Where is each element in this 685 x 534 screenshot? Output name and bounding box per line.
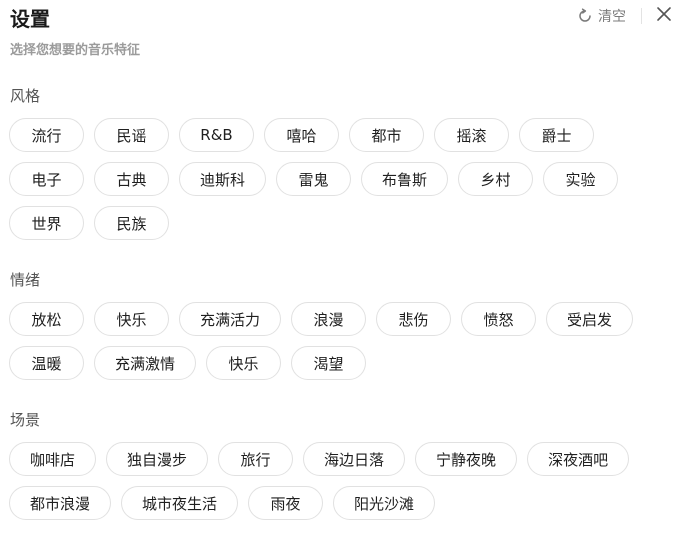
section-title: 情绪 — [10, 271, 41, 289]
tag-chip[interactable]: 愤怒 — [461, 302, 537, 336]
tag-list: 咖啡店 独自漫步 旅行 海边日落 宁静夜晚 深夜酒吧都市浪漫 城市夜生活 雨夜 阳光沙滩 — [9, 442, 676, 520]
sections-container: 风格流行 民谣 R&B 嘻哈 都市 摇滚 爵士电子 古典 迪斯科 雷鬼 布鲁斯 乡村 实验世界 民族情绪放… — [9, 86, 676, 520]
tag-chip[interactable]: 渴望 — [291, 346, 367, 380]
tag-list: 流行 民谣 R&B 嘻哈 都市 摇滚 爵士电子 古典 迪斯科 雷鬼 布鲁斯 乡村 实验世界 民族 — [9, 118, 676, 240]
header-divider — [641, 8, 642, 24]
page-title: 设置 — [10, 7, 50, 31]
tag-chip[interactable]: 世界 — [9, 206, 84, 240]
tag-chip[interactable]: 民谣 — [94, 118, 169, 152]
tag-chip[interactable]: 古典 — [94, 162, 169, 196]
tag-chip[interactable]: 都市 — [349, 118, 424, 152]
close-button[interactable] — [655, 7, 673, 25]
clear-button[interactable]: 清空 — [577, 6, 626, 26]
tag-chip[interactable]: 迪斯科 — [179, 162, 267, 196]
tag-chip[interactable]: 都市浪漫 — [9, 486, 112, 520]
tag-list: 放松 快乐 充满活力 浪漫 悲伤 愤怒 受启发 温暖 充满激情 快乐 渴望 — [9, 302, 676, 380]
tag-chip[interactable]: 浪漫 — [291, 302, 367, 336]
refresh-icon — [577, 8, 598, 24]
tag-chip[interactable]: 海边日落 — [303, 442, 406, 476]
tag-chip[interactable]: 布鲁斯 — [361, 162, 449, 196]
tag-chip[interactable]: 独自漫步 — [106, 442, 209, 476]
tag-chip[interactable]: 温暖 — [9, 346, 84, 380]
section-style: 风格流行 民谣 R&B 嘻哈 都市 摇滚 爵士电子 古典 迪斯科 雷鬼 布鲁斯 乡村 实验世界 民族 — [9, 86, 676, 240]
tag-chip[interactable]: 充满激情 — [94, 346, 197, 380]
tag-chip[interactable]: 流行 — [9, 118, 84, 152]
tag-chip[interactable]: 受启发 — [546, 302, 634, 336]
tag-chip[interactable]: 宁静夜晚 — [415, 442, 518, 476]
clear-button-label: 清空 — [598, 9, 626, 25]
tag-chip[interactable]: 民族 — [94, 206, 169, 240]
tag-chip[interactable]: 实验 — [543, 162, 619, 196]
tag-chip[interactable]: 电子 — [9, 162, 84, 196]
section-title: 场景 — [10, 411, 41, 429]
subtitle: 选择您想要的音乐特征 — [10, 43, 141, 58]
tag-chip[interactable]: 雨夜 — [248, 486, 324, 520]
tag-chip[interactable]: 阳光沙滩 — [333, 486, 436, 520]
tag-chip[interactable]: 快乐 — [94, 302, 169, 336]
tag-chip[interactable]: 放松 — [9, 302, 84, 336]
tag-chip[interactable]: 深夜酒吧 — [527, 442, 630, 476]
tag-chip[interactable]: 快乐 — [206, 346, 282, 380]
tag-chip[interactable]: 爵士 — [519, 118, 594, 152]
tag-chip[interactable]: 嘻哈 — [264, 118, 339, 152]
tag-chip[interactable]: 摇滚 — [434, 118, 509, 152]
tag-chip[interactable]: 城市夜生活 — [121, 486, 239, 520]
settings-panel: 设置 清空 选择您想要的音乐特征 风格 流行 民谣 R&B 嘻哈 都市 摇滚 爵… — [0, 0, 685, 534]
section-mood: 情绪 放松 快乐 充满活力 浪漫 悲伤 愤怒 受启发 温暖 充满激情 快乐 渴望 — [9, 270, 676, 380]
section-scene: 场景咖啡店 独自漫步 旅行 海边日落 宁静夜晚 深夜酒吧都市浪漫 城市夜生活 雨夜 阳光沙滩 — [9, 410, 676, 520]
tag-chip[interactable]: 乡村 — [458, 162, 534, 196]
tag-chip[interactable]: 充满活力 — [179, 302, 282, 336]
close-icon — [656, 6, 672, 26]
panel-header: 设置 清空 — [9, 0, 676, 38]
tag-chip[interactable]: 悲伤 — [376, 302, 452, 336]
tag-chip[interactable]: R&B — [179, 118, 254, 152]
tag-chip[interactable]: 雷鬼 — [276, 162, 352, 196]
section-title: 风格 — [10, 87, 41, 105]
tag-chip[interactable]: 旅行 — [218, 442, 294, 476]
header-actions: 清空 — [577, 4, 673, 28]
tag-chip[interactable]: 咖啡店 — [9, 442, 97, 476]
